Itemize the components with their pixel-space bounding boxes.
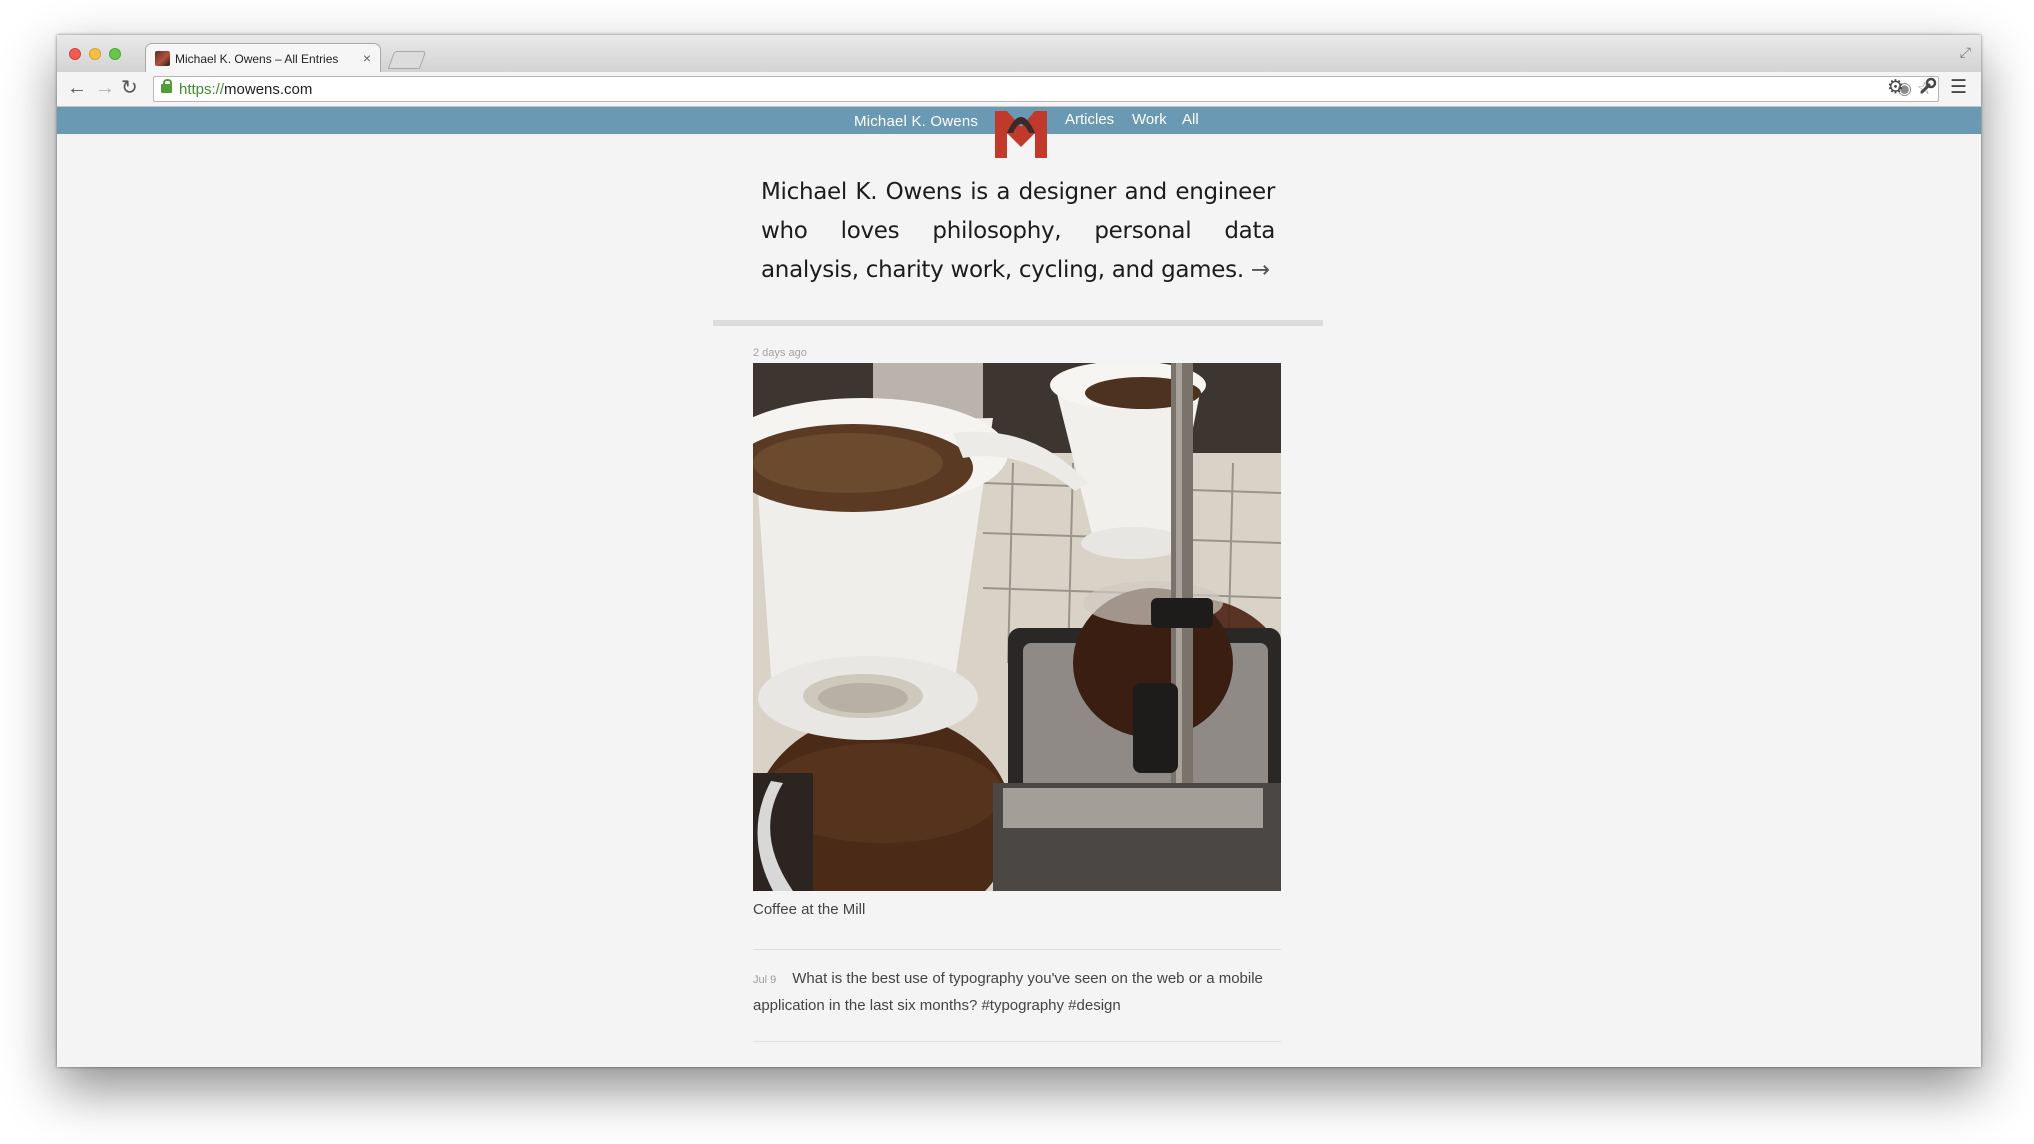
fullscreen-icon[interactable]: ⤢: [1960, 44, 1971, 61]
minimize-window-button[interactable]: [89, 48, 101, 60]
browser-tab-active[interactable]: Michael K. Owens – All Entries ×: [145, 43, 381, 73]
browser-toolbar: ← → ↻ https://mowens.com ◉ ☆ ⚙ ☰: [57, 72, 1981, 107]
tab-strip: Michael K. Owens – All Entries × ⤢: [57, 35, 1981, 73]
reload-icon[interactable]: ↻: [121, 76, 138, 100]
nav-link-work[interactable]: Work: [1132, 111, 1167, 129]
intro-arrow-link[interactable]: →: [1251, 257, 1270, 283]
address-bar[interactable]: https://mowens.com ◉ ☆: [153, 76, 1939, 102]
tab-title: Michael K. Owens – All Entries: [175, 52, 339, 66]
intro-text: Michael K. Owens is a designer and engin…: [761, 179, 1275, 283]
section-divider: [713, 320, 1323, 326]
site-name-link[interactable]: Michael K. Owens: [854, 113, 978, 131]
wrench-icon[interactable]: [1919, 77, 1937, 101]
zoom-window-button[interactable]: [109, 48, 121, 60]
lock-icon: [161, 79, 172, 93]
browser-window: Michael K. Owens – All Entries × ⤢ ← → ↻…: [57, 35, 1981, 1067]
forward-arrow-icon[interactable]: →: [95, 76, 115, 100]
menu-icon[interactable]: ☰: [1950, 77, 1967, 99]
entry-date[interactable]: Jul 9: [753, 974, 776, 986]
favicon-icon: [155, 51, 170, 66]
entry-separator: [753, 949, 1281, 950]
gear-icon[interactable]: ⚙: [1887, 77, 1904, 99]
entry-text: What is the best use of typography you'v…: [753, 970, 1263, 1014]
photo-caption: Coffee at the Mill: [753, 901, 866, 918]
text-entry: Jul 9 What is the best use of typography …: [753, 966, 1281, 1019]
site-logo[interactable]: [993, 107, 1049, 158]
back-arrow-icon[interactable]: ←: [67, 76, 87, 100]
entry-separator: [753, 1041, 1281, 1042]
url-text: https://mowens.com: [179, 81, 313, 98]
nav-link-all[interactable]: All: [1182, 111, 1199, 129]
new-tab-button[interactable]: [387, 51, 427, 69]
coffee-photo[interactable]: [753, 363, 1281, 891]
close-window-button[interactable]: [69, 48, 81, 60]
nav-link-articles[interactable]: Articles: [1065, 111, 1114, 129]
tab-close-icon[interactable]: ×: [363, 50, 371, 66]
entry-date[interactable]: 2 days ago: [753, 346, 807, 360]
